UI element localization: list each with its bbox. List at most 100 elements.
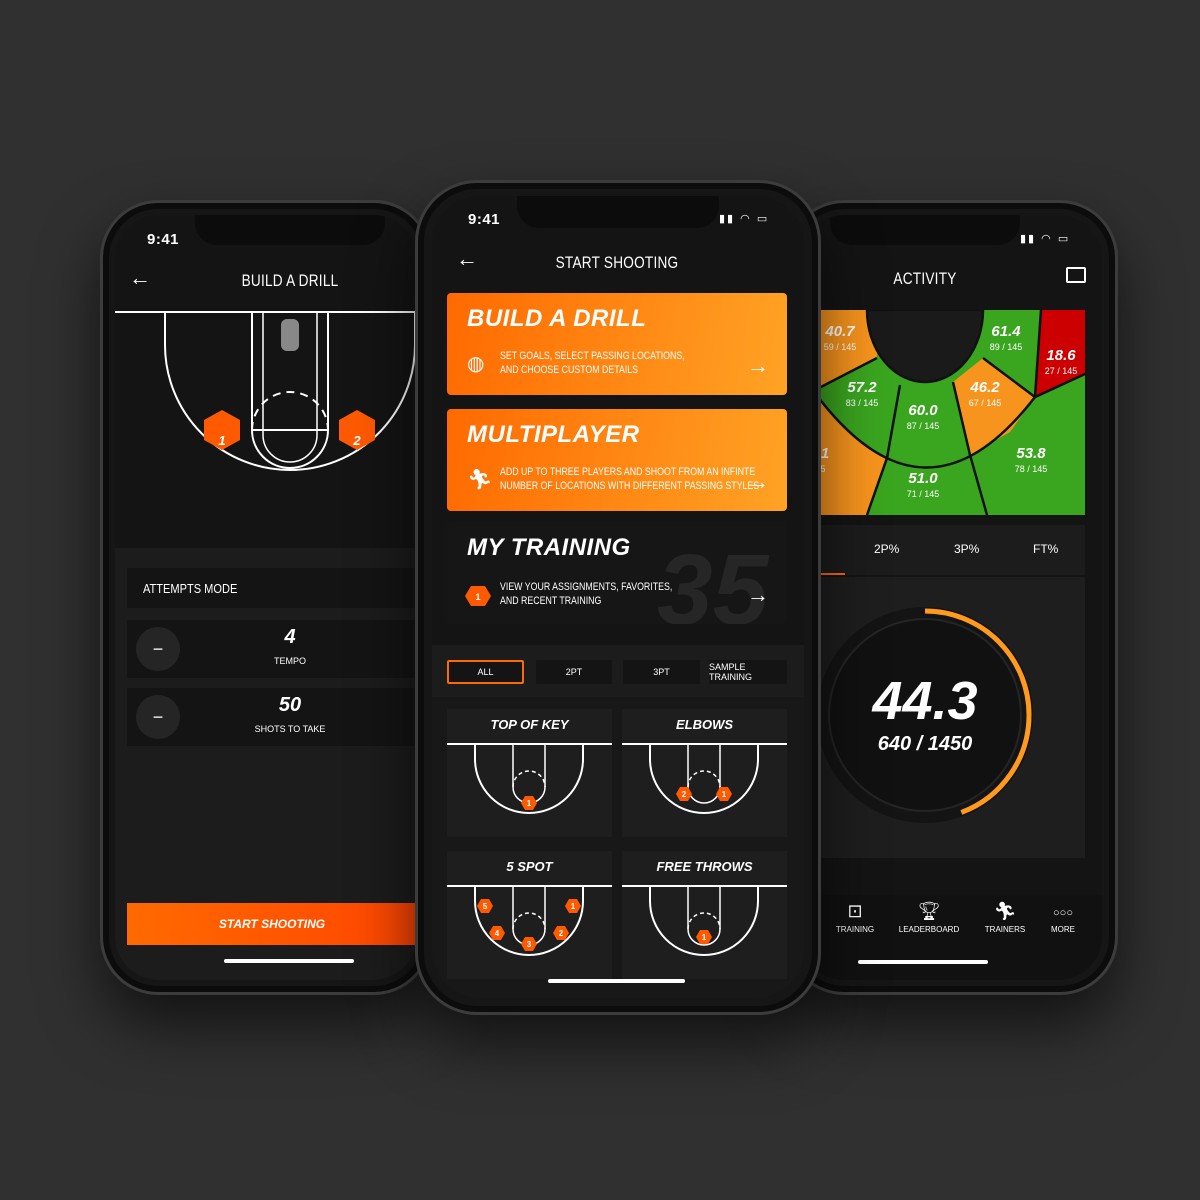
home-indicator bbox=[858, 960, 988, 964]
shots-value: 50 bbox=[278, 694, 302, 716]
filter-all[interactable]: ALL bbox=[447, 660, 524, 684]
nav-more[interactable]: ○○○ MORE bbox=[1051, 901, 1075, 934]
home-indicator bbox=[224, 959, 354, 963]
zone-label: 57.2 83 / 145 bbox=[846, 379, 879, 408]
status-time: 9:41 bbox=[147, 231, 180, 248]
shots-row: − 50 SHOTS TO TAKE bbox=[127, 688, 417, 746]
svg-text:5: 5 bbox=[483, 902, 488, 911]
drill-tile-free-throws[interactable]: FREE THROWS 1 bbox=[622, 851, 787, 979]
svg-text:59 / 145: 59 / 145 bbox=[824, 342, 857, 352]
spot-badge: 4 bbox=[489, 926, 505, 940]
back-arrow-icon[interactable]: ← bbox=[129, 265, 151, 291]
zone-label: 51.0 71 / 145 bbox=[907, 470, 940, 499]
spot-badge[interactable]: 1 bbox=[204, 410, 240, 450]
drill-tile-5-spot[interactable]: 5 SPOT 5 1 4 2 3 bbox=[447, 851, 612, 979]
spot-badge: 1 bbox=[696, 930, 712, 944]
nav-trainers[interactable]: 🏃︎ TRAINERS bbox=[985, 901, 1025, 934]
mini-court: 21 bbox=[622, 743, 787, 814]
svg-text:51.0: 51.0 bbox=[908, 470, 938, 487]
filter-2pt[interactable]: 2PT bbox=[536, 660, 612, 684]
drill-tile-elbows[interactable]: ELBOWS 2 1 bbox=[622, 709, 787, 837]
activity-screen: ▮▮ ◠ ▭ ACTIVITY 40.7 59 / 145 1 5 57.2 83 /… bbox=[800, 215, 1102, 980]
start-shooting-screen: 9:41 ▮▮ ◠ ▭ ← START SHOOTING BUILD A DRI… bbox=[432, 196, 804, 998]
tab-3p[interactable]: 3P% bbox=[954, 542, 979, 556]
svg-text:61.4: 61.4 bbox=[991, 323, 1021, 340]
svg-text:40.7: 40.7 bbox=[824, 323, 855, 340]
spot-badge: 5 bbox=[477, 899, 493, 913]
chat-icon[interactable] bbox=[1066, 267, 1086, 283]
svg-text:4: 4 bbox=[495, 929, 500, 938]
arrow-right-icon: → bbox=[747, 469, 769, 494]
attempts-mode-row[interactable]: ATTEMPTS MODE bbox=[127, 568, 417, 608]
svg-text:3: 3 bbox=[527, 940, 532, 949]
svg-text:18.6: 18.6 bbox=[1046, 347, 1076, 364]
status-icons: ▮▮ ◠ ▭ bbox=[1020, 233, 1071, 245]
spot-badge: 1 bbox=[716, 787, 732, 801]
tempo-decrement-button[interactable]: − bbox=[136, 627, 180, 671]
svg-text:89 / 145: 89 / 145 bbox=[990, 342, 1023, 352]
page-title: START SHOOTING bbox=[555, 253, 679, 272]
page-title: BUILD A DRILL bbox=[241, 271, 339, 290]
status-time: 9:41 bbox=[468, 211, 501, 228]
my-training-card[interactable]: 35 MY TRAINING 1 VIEW YOUR ASSIGNMENTS, … bbox=[447, 522, 787, 624]
svg-text:78 / 145: 78 / 145 bbox=[1015, 464, 1048, 474]
svg-text:1: 1 bbox=[475, 592, 480, 602]
tempo-label: TEMPO bbox=[273, 656, 306, 666]
multiplayer-card[interactable]: MULTIPLAYER 🏃︎ ADD UP TO THREE PLAYERS A… bbox=[447, 409, 787, 511]
badge-hex: 1 bbox=[465, 586, 491, 606]
trophy-icon: 🏆︎ bbox=[917, 901, 941, 921]
start-shooting-button[interactable]: START SHOOTING bbox=[127, 903, 417, 945]
svg-text:53.8: 53.8 bbox=[1016, 445, 1046, 462]
svg-text:1: 1 bbox=[821, 445, 829, 462]
overall-percentage: 44.3 bbox=[872, 671, 978, 731]
build-drill-screen: 9:41 ← BUILD A DRILL 1 2 ATTEMPTS MODE −… bbox=[115, 215, 417, 980]
svg-text:2: 2 bbox=[682, 790, 687, 799]
zone-label: 60.0 87 / 145 bbox=[907, 402, 940, 431]
mini-court: 1 bbox=[447, 743, 612, 814]
spot-badge[interactable]: 2 bbox=[339, 410, 375, 450]
shots-decrement-button[interactable]: − bbox=[136, 695, 180, 739]
zone-label: 46.2 67 / 145 bbox=[969, 379, 1002, 408]
spot-badge: 1 bbox=[565, 899, 581, 913]
runner-icon: 🏃︎ bbox=[467, 469, 493, 491]
spot-badge: 2 bbox=[553, 926, 569, 940]
attempts-mode-label: ATTEMPTS MODE bbox=[143, 581, 238, 596]
back-arrow-icon[interactable]: ← bbox=[456, 246, 478, 272]
tab-2p[interactable]: 2P% bbox=[874, 542, 899, 556]
filter-3pt[interactable]: 3PT bbox=[623, 660, 700, 684]
svg-text:27 / 145: 27 / 145 bbox=[1045, 366, 1078, 376]
hoop-icon: ⊡ bbox=[847, 901, 863, 921]
home-indicator bbox=[548, 979, 685, 983]
runner-icon: 🏃︎ bbox=[993, 901, 1017, 921]
basketball-icon: ◍ bbox=[467, 353, 485, 375]
spot-badge: 3 bbox=[521, 937, 537, 951]
filter-sample-training[interactable]: SAMPLE TRAINING bbox=[709, 660, 787, 684]
status-icons: ▮▮ ◠ ▭ bbox=[719, 213, 770, 225]
more-icon: ○○○ bbox=[1053, 907, 1073, 919]
arrow-right-icon: → bbox=[747, 353, 769, 378]
svg-text:46.2: 46.2 bbox=[969, 379, 1000, 396]
svg-text:2: 2 bbox=[352, 433, 361, 448]
spot-badge: 1 bbox=[521, 796, 537, 810]
svg-text:1: 1 bbox=[571, 902, 576, 911]
notch bbox=[517, 196, 719, 228]
zone-label: 40.7 59 / 145 bbox=[824, 323, 857, 352]
svg-text:71 / 145: 71 / 145 bbox=[907, 489, 940, 499]
overall-made: 640 / 1450 bbox=[877, 733, 973, 755]
drill-tile-top-of-key[interactable]: TOP OF KEY 1 bbox=[447, 709, 612, 837]
arrow-right-icon: → bbox=[747, 582, 769, 607]
svg-text:1: 1 bbox=[527, 799, 532, 808]
nav-training[interactable]: ⊡ TRAINING bbox=[836, 901, 874, 934]
tab-ft[interactable]: FT% bbox=[1033, 542, 1058, 556]
svg-text:87 / 145: 87 / 145 bbox=[907, 421, 940, 431]
shots-label: SHOTS TO TAKE bbox=[254, 724, 326, 734]
nav-leaderboard[interactable]: 🏆︎ LEADERBOARD bbox=[899, 901, 959, 934]
shot-heatmap[interactable]: 40.7 59 / 145 1 5 57.2 83 / 145 60.0 87 / 14… bbox=[815, 310, 1085, 515]
zone-label: 61.4 89 / 145 bbox=[990, 323, 1023, 352]
build-drill-card[interactable]: BUILD A DRILL ◍ SET GOALS, SELECT PASSIN… bbox=[447, 293, 787, 395]
svg-text:57.2: 57.2 bbox=[847, 379, 877, 396]
court-diagram[interactable]: 1 2 bbox=[115, 305, 417, 485]
mini-court: 5 1 4 2 3 bbox=[447, 885, 612, 956]
svg-text:67 / 145: 67 / 145 bbox=[969, 398, 1002, 408]
notch bbox=[830, 215, 1020, 245]
